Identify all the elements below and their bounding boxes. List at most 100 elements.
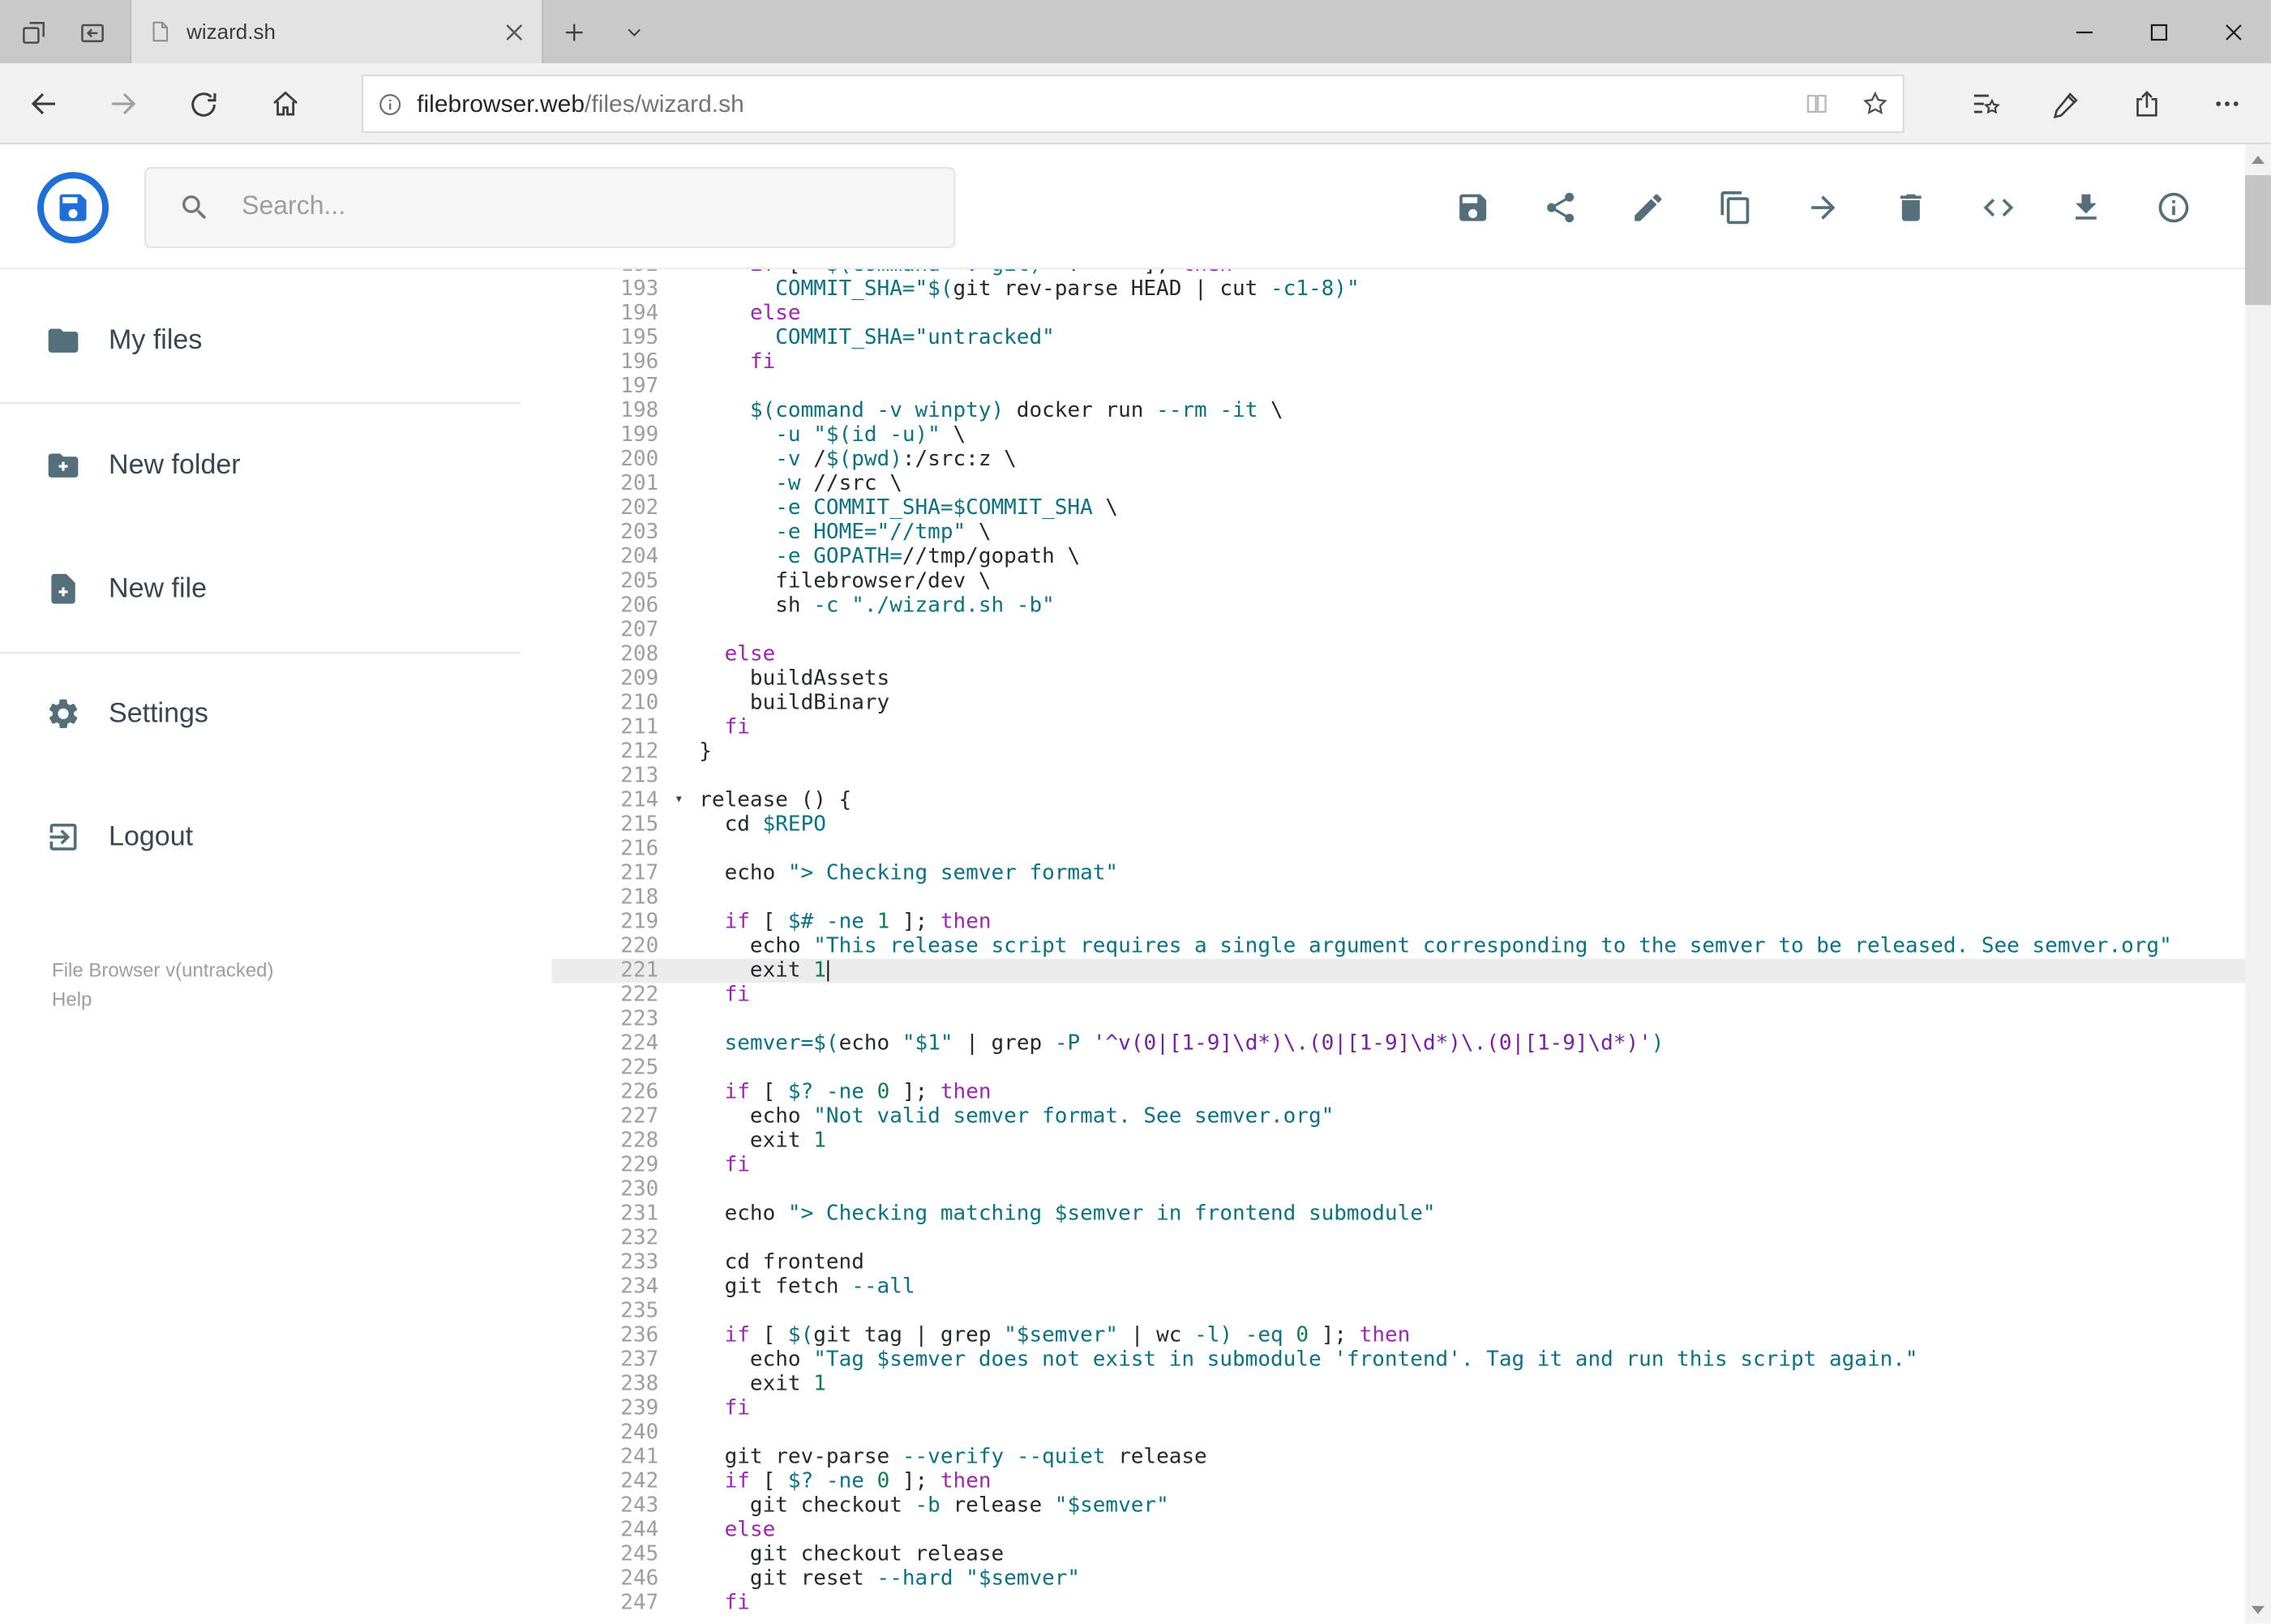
- sidebar-item-settings[interactable]: Settings: [0, 678, 521, 749]
- code-line[interactable]: 221 exit 1: [551, 958, 2245, 983]
- sidebar-item-logout[interactable]: Logout: [0, 801, 521, 872]
- code-line[interactable]: 224 semver=$(echo "$1" | grep -P '^v(0|[…: [551, 1031, 2245, 1056]
- copy-icon[interactable]: [1718, 189, 1754, 225]
- refresh-button[interactable]: [167, 63, 238, 144]
- code-line[interactable]: 198 $(command -v winpty) docker run --rm…: [551, 399, 2245, 423]
- web-note-pen-icon[interactable]: [2029, 63, 2101, 144]
- code-line[interactable]: 211 fi: [551, 715, 2245, 739]
- code-line[interactable]: 238 exit 1: [551, 1373, 2245, 1397]
- delete-trash-icon[interactable]: [1893, 189, 1929, 225]
- code-line[interactable]: 210 buildBinary: [551, 691, 2245, 715]
- code-line[interactable]: 231 echo "> Checking matching $semver in…: [551, 1202, 2245, 1227]
- fold-marker-icon[interactable]: ▾: [658, 788, 699, 812]
- url-text[interactable]: filebrowser.web/files/wizard.sh: [417, 90, 1802, 118]
- code-line[interactable]: 225: [551, 1056, 2245, 1080]
- info-icon[interactable]: [2156, 189, 2192, 225]
- code-line[interactable]: 235: [551, 1300, 2245, 1324]
- save-icon[interactable]: [1455, 189, 1491, 225]
- code-line[interactable]: 196 fi: [551, 350, 2245, 375]
- code-line[interactable]: 192 if [ "$(command -v git)" != "" ]; th…: [551, 269, 2245, 277]
- code-line[interactable]: 239 fi: [551, 1397, 2245, 1421]
- source-code-icon[interactable]: [1981, 189, 2016, 225]
- code-line[interactable]: 222 fi: [551, 983, 2245, 1007]
- code-line[interactable]: 228 exit 1: [551, 1129, 2245, 1153]
- vertical-scrollbar[interactable]: [2244, 144, 2271, 1624]
- code-line[interactable]: 243 git checkout -b release "$semver": [551, 1494, 2245, 1519]
- filebrowser-logo[interactable]: [37, 172, 109, 244]
- code-line[interactable]: 205 filebrowser/dev \: [551, 569, 2245, 593]
- tabs-preview-icon[interactable]: [78, 17, 107, 46]
- code-line[interactable]: 207: [551, 618, 2245, 642]
- back-button[interactable]: [8, 63, 79, 144]
- code-line[interactable]: 236 if [ $(git tag | grep "$semver" | wc…: [551, 1324, 2245, 1348]
- share-page-icon[interactable]: [2110, 63, 2182, 144]
- more-options-icon[interactable]: [2192, 63, 2263, 144]
- forward-button[interactable]: [88, 63, 159, 144]
- help-link[interactable]: Help: [52, 984, 274, 1013]
- code-line[interactable]: 237 echo "Tag $semver does not exist in …: [551, 1348, 2245, 1373]
- share-icon[interactable]: [1543, 189, 1579, 225]
- move-icon[interactable]: [1806, 189, 1841, 225]
- code-line[interactable]: 227 echo "Not valid semver format. See s…: [551, 1104, 2245, 1129]
- code-line[interactable]: 226 if [ $? -ne 0 ]; then: [551, 1080, 2245, 1104]
- code-line[interactable]: 244 else: [551, 1519, 2245, 1543]
- search-input[interactable]: [238, 191, 954, 225]
- code-line[interactable]: 232: [551, 1227, 2245, 1251]
- reading-view-icon[interactable]: [1802, 89, 1832, 118]
- code-line[interactable]: 247 fi: [551, 1592, 2245, 1616]
- code-line[interactable]: 212}: [551, 739, 2245, 764]
- window-maximize-button[interactable]: [2122, 0, 2196, 63]
- code-line[interactable]: 200 -v /$(pwd):/src:z \: [551, 448, 2245, 472]
- code-line[interactable]: 245 git checkout release: [551, 1543, 2245, 1567]
- code-line[interactable]: 242 if [ $? -ne 0 ]; then: [551, 1470, 2245, 1494]
- download-icon[interactable]: [2068, 189, 2104, 225]
- code-line[interactable]: 199 -u "$(id -u)" \: [551, 423, 2245, 448]
- edit-pencil-icon[interactable]: [1630, 189, 1666, 225]
- scrollbar-thumb[interactable]: [2244, 175, 2271, 306]
- search-box[interactable]: [144, 167, 956, 249]
- code-line[interactable]: 201 -w //src \: [551, 472, 2245, 496]
- code-line[interactable]: 213: [551, 764, 2245, 788]
- code-line[interactable]: 197: [551, 375, 2245, 399]
- code-line[interactable]: 206 sh -c "./wizard.sh -b": [551, 593, 2245, 618]
- site-info-icon[interactable]: [376, 90, 404, 118]
- code-line[interactable]: 216: [551, 837, 2245, 861]
- window-minimize-button[interactable]: [2047, 0, 2122, 63]
- new-tab-button[interactable]: [546, 0, 602, 63]
- window-close-button[interactable]: [2196, 0, 2271, 63]
- code-line[interactable]: 202 -e COMMIT_SHA=$COMMIT_SHA \: [551, 496, 2245, 521]
- home-button[interactable]: [250, 63, 321, 144]
- scroll-down-arrow-icon[interactable]: [2245, 1596, 2271, 1622]
- code-line[interactable]: 218: [551, 885, 2245, 910]
- browser-tab[interactable]: wizard.sh: [130, 0, 544, 64]
- code-line[interactable]: 217 echo "> Checking semver format": [551, 861, 2245, 885]
- code-line[interactable]: 229 fi: [551, 1153, 2245, 1177]
- add-favorite-star-icon[interactable]: [1861, 89, 1890, 118]
- code-line[interactable]: 195 COMMIT_SHA="untracked": [551, 326, 2245, 350]
- sidebar-item-my-files[interactable]: My files: [0, 305, 521, 376]
- code-editor[interactable]: 192 if [ "$(command -v git)" != "" ]; th…: [551, 269, 2245, 1624]
- address-bar[interactable]: filebrowser.web/files/wizard.sh: [362, 75, 1905, 134]
- code-line[interactable]: 230: [551, 1178, 2245, 1202]
- code-line[interactable]: 208 else: [551, 642, 2245, 666]
- code-line[interactable]: 209 buildAssets: [551, 666, 2245, 691]
- code-line[interactable]: 234 git fetch --all: [551, 1275, 2245, 1300]
- code-line[interactable]: 223: [551, 1007, 2245, 1031]
- code-line[interactable]: 203 -e HOME="//tmp" \: [551, 521, 2245, 545]
- code-line[interactable]: 215 cd $REPO: [551, 812, 2245, 837]
- sidebar-item-new-folder[interactable]: New folder: [0, 430, 521, 501]
- code-line[interactable]: 233 cd frontend: [551, 1251, 2245, 1275]
- code-line[interactable]: 220 echo "This release script requires a…: [551, 934, 2245, 958]
- code-line[interactable]: 241 git rev-parse --verify --quiet relea…: [551, 1446, 2245, 1470]
- code-line[interactable]: 214 ▾ release () {: [551, 788, 2245, 812]
- tab-close-icon[interactable]: [503, 20, 525, 43]
- set-tabs-aside-icon[interactable]: [19, 17, 49, 46]
- code-line[interactable]: 193 COMMIT_SHA="$(git rev-parse HEAD | c…: [551, 277, 2245, 302]
- tab-list-chevron-icon[interactable]: [606, 0, 662, 63]
- code-line[interactable]: 219 if [ $# -ne 1 ]; then: [551, 910, 2245, 934]
- code-line[interactable]: 240: [551, 1421, 2245, 1446]
- sidebar-item-new-file[interactable]: New file: [0, 553, 521, 624]
- code-line[interactable]: 194 else: [551, 302, 2245, 326]
- hub-favorites-icon[interactable]: [1950, 63, 2021, 144]
- code-line[interactable]: 246 git reset --hard "$semver": [551, 1567, 2245, 1592]
